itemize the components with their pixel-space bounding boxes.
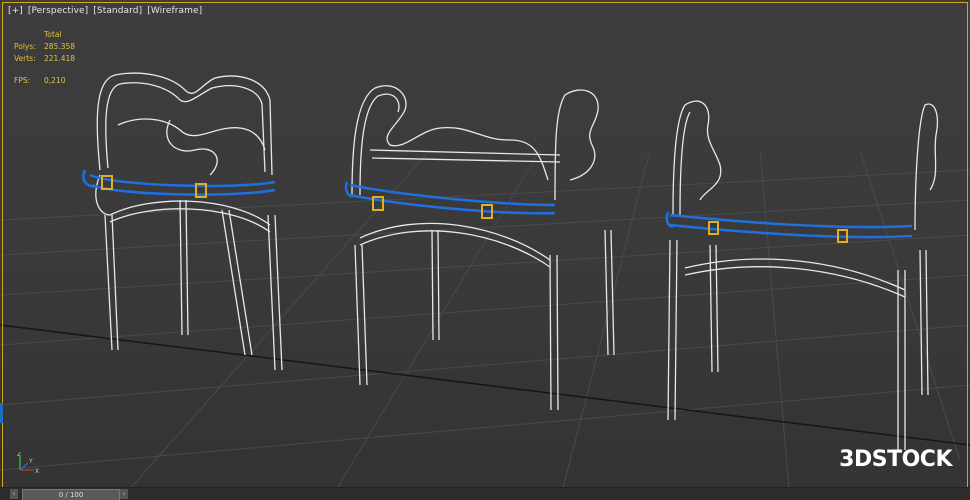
perspective-viewport[interactable]: [+] [Perspective] [Standard] [Wireframe]… [0,0,970,500]
timeline-next-button[interactable]: › [120,489,128,499]
watermark-logo: 3DSTOCK [839,447,952,472]
axis-x-label: X [35,468,39,475]
stats-total-header: Total [44,30,62,39]
viewport-shading-quality-menu[interactable]: [Standard] [93,6,142,16]
chair-model-1 [95,72,283,371]
axis-gizmo: X Z Y [16,451,40,480]
fps-value: 0,210 [44,76,66,85]
axis-z-label: Z [17,452,21,458]
viewport-grid [0,72,970,500]
verts-value: 221.418 [44,54,76,63]
side-panel-tab[interactable] [0,403,3,423]
chair-model-2 [351,85,615,411]
verts-label: Verts: [14,54,36,63]
timeline-prev-button[interactable]: ‹ [10,489,18,499]
time-bar: ‹ 0 / 100 › [0,487,970,500]
polys-label: Polys: [14,42,36,51]
fps-label: FPS: [14,76,31,85]
chair-3-selected-rail [665,211,913,239]
viewport-general-menu[interactable]: [+] [8,6,23,16]
scene-statistics: Total Polys: 285.358 Verts: 221.418 FPS: 0,… [14,29,104,87]
viewport-point-of-view-menu[interactable]: [Perspective] [28,6,88,16]
polys-value: 285.358 [44,42,76,51]
chair-model-3 [667,100,939,450]
axis-y-label: Y [28,458,33,465]
viewport-label-menu: [+] [Perspective] [Standard] [Wireframe] [8,6,204,16]
time-slider[interactable]: 0 / 100 [22,489,120,500]
viewport-shading-menu[interactable]: [Wireframe] [147,6,202,16]
